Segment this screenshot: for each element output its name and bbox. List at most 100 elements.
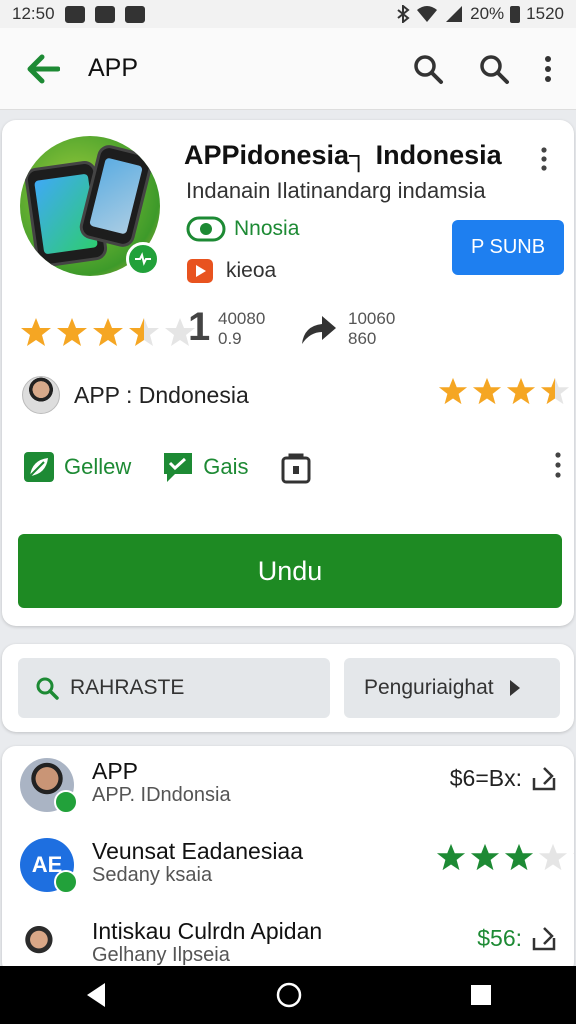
developer-row[interactable]: APP : Dndonesia bbox=[22, 376, 249, 414]
list-item[interactable]: APP APP. IDndonsia $6=Bx: bbox=[2, 746, 574, 826]
developer-link[interactable]: Nnosia bbox=[186, 216, 299, 242]
wifi-icon bbox=[417, 6, 438, 22]
category-row[interactable]: kieoa bbox=[186, 258, 276, 284]
list-item[interactable]: AE Veunsat Eadanesiaa Sedany ksaia bbox=[2, 826, 574, 906]
rating-stars bbox=[20, 316, 196, 348]
verified-badge-icon bbox=[126, 242, 160, 276]
stat-value: 0.9 bbox=[218, 329, 242, 348]
rating-stars bbox=[436, 842, 574, 872]
image-icon bbox=[124, 5, 145, 23]
battery-icon bbox=[510, 5, 521, 23]
star-icon bbox=[470, 843, 500, 871]
verified-badge-icon bbox=[54, 790, 78, 814]
star-icon bbox=[472, 377, 502, 405]
filter-pill[interactable]: Penguriaighat bbox=[344, 658, 560, 718]
star-icon bbox=[129, 318, 159, 346]
notification-icon bbox=[94, 5, 115, 23]
star-icon bbox=[572, 853, 574, 855]
bag-icon bbox=[281, 453, 310, 484]
star-icon bbox=[538, 843, 568, 871]
video-icon bbox=[187, 259, 213, 283]
follow-button[interactable]: Gellew bbox=[22, 450, 131, 484]
star-icon bbox=[93, 318, 123, 346]
back-button[interactable] bbox=[20, 46, 66, 92]
filter-label: RAHRASTE bbox=[70, 676, 185, 699]
app-subtitle: Indanain Ilatinandarg indamsia bbox=[186, 178, 486, 203]
download-button[interactable]: Undu bbox=[18, 534, 562, 608]
stat-value: 40080 bbox=[218, 309, 266, 328]
nav-recents-icon[interactable] bbox=[469, 983, 493, 1007]
list-item-subtitle: Gelhany Ilpseia bbox=[92, 944, 230, 966]
app-detail-card: APPidonesia┐ Indonesia Indanain Ilatinan… bbox=[2, 120, 576, 626]
verified-badge-icon bbox=[54, 870, 78, 894]
avatar bbox=[20, 918, 74, 972]
kebab-icon bbox=[555, 451, 561, 478]
stat-big-number: 1 bbox=[188, 305, 211, 349]
list-item-subtitle: Sedany ksaia bbox=[92, 864, 213, 886]
stat-value: 10060 bbox=[348, 309, 396, 328]
install-button[interactable]: P SUNB bbox=[452, 220, 564, 275]
stat-shares: 10060 860 bbox=[348, 309, 395, 349]
back-arrow-icon bbox=[27, 54, 60, 83]
list-item-subtitle: APP. IDndonsia bbox=[92, 784, 231, 806]
price-label: $56: bbox=[477, 924, 522, 951]
developer-label: APP : Dndonesia bbox=[74, 381, 249, 408]
app-title: APPidonesia┐ Indonesia bbox=[184, 140, 502, 170]
developer-icon bbox=[186, 216, 226, 242]
status-bar: 12:50 20% 1520 bbox=[0, 0, 576, 28]
filter-card: RAHRASTE Penguriaighat bbox=[2, 644, 574, 732]
status-clock: 1520 bbox=[526, 4, 564, 23]
stat-downloads: 40080 0.9 bbox=[218, 309, 265, 349]
price-label: $6=Bx: bbox=[449, 764, 522, 791]
kebab-icon bbox=[541, 147, 547, 171]
share-arrow-icon[interactable] bbox=[298, 310, 338, 348]
developer-name: Nnosia bbox=[234, 217, 300, 240]
search-icon bbox=[480, 54, 509, 84]
share-icon[interactable] bbox=[530, 924, 558, 952]
rating-stars bbox=[438, 376, 576, 406]
more-options-button[interactable] bbox=[540, 146, 548, 177]
list-item-title: APP bbox=[92, 758, 139, 784]
related-apps-list: APP APP. IDndonsia $6=Bx: AE Veunsat Ead… bbox=[2, 746, 574, 976]
star-icon bbox=[504, 843, 534, 871]
action-row: Gellew Gais bbox=[22, 450, 562, 484]
filter-pill[interactable]: RAHRASTE bbox=[18, 658, 330, 718]
play-arrow-icon bbox=[509, 680, 520, 696]
leaf-icon bbox=[24, 452, 54, 482]
comment-label: Gais bbox=[203, 454, 249, 479]
star-icon bbox=[506, 377, 536, 405]
star-icon bbox=[21, 318, 51, 346]
list-item-title: Veunsat Eadanesiaa bbox=[92, 838, 304, 864]
more-options-button[interactable] bbox=[554, 451, 562, 484]
chat-icon bbox=[164, 453, 193, 482]
status-time: 12:50 bbox=[12, 4, 55, 23]
comment-button[interactable]: Gais bbox=[161, 450, 249, 484]
search-button[interactable] bbox=[472, 47, 516, 91]
app-bar: APP bbox=[0, 28, 576, 110]
search-icon bbox=[414, 54, 443, 84]
share-icon[interactable] bbox=[530, 764, 558, 792]
nav-back-icon[interactable] bbox=[83, 981, 109, 1009]
follow-label: Gellew bbox=[64, 454, 132, 479]
category-label: kieoa bbox=[226, 259, 277, 282]
bluetooth-icon bbox=[397, 5, 410, 23]
phone-image bbox=[77, 142, 155, 250]
star-icon bbox=[436, 843, 466, 871]
signal-icon bbox=[446, 6, 463, 22]
more-options-button[interactable] bbox=[538, 47, 558, 91]
stat-value: 860 bbox=[348, 329, 377, 348]
notification-icon bbox=[64, 5, 85, 23]
star-icon bbox=[540, 377, 570, 405]
star-icon bbox=[57, 318, 87, 346]
save-button[interactable] bbox=[279, 450, 313, 484]
avatar bbox=[22, 376, 60, 414]
search-button[interactable] bbox=[406, 47, 450, 91]
search-icon bbox=[36, 677, 59, 700]
page-title: APP bbox=[88, 54, 139, 82]
nav-home-icon[interactable] bbox=[274, 980, 304, 1010]
list-item-title: Intiskau Culrdn Apidan bbox=[92, 918, 323, 944]
star-icon bbox=[438, 377, 468, 405]
filter-label: Penguriaighat bbox=[364, 676, 494, 699]
system-nav-bar bbox=[0, 966, 576, 1024]
kebab-icon bbox=[545, 55, 551, 82]
